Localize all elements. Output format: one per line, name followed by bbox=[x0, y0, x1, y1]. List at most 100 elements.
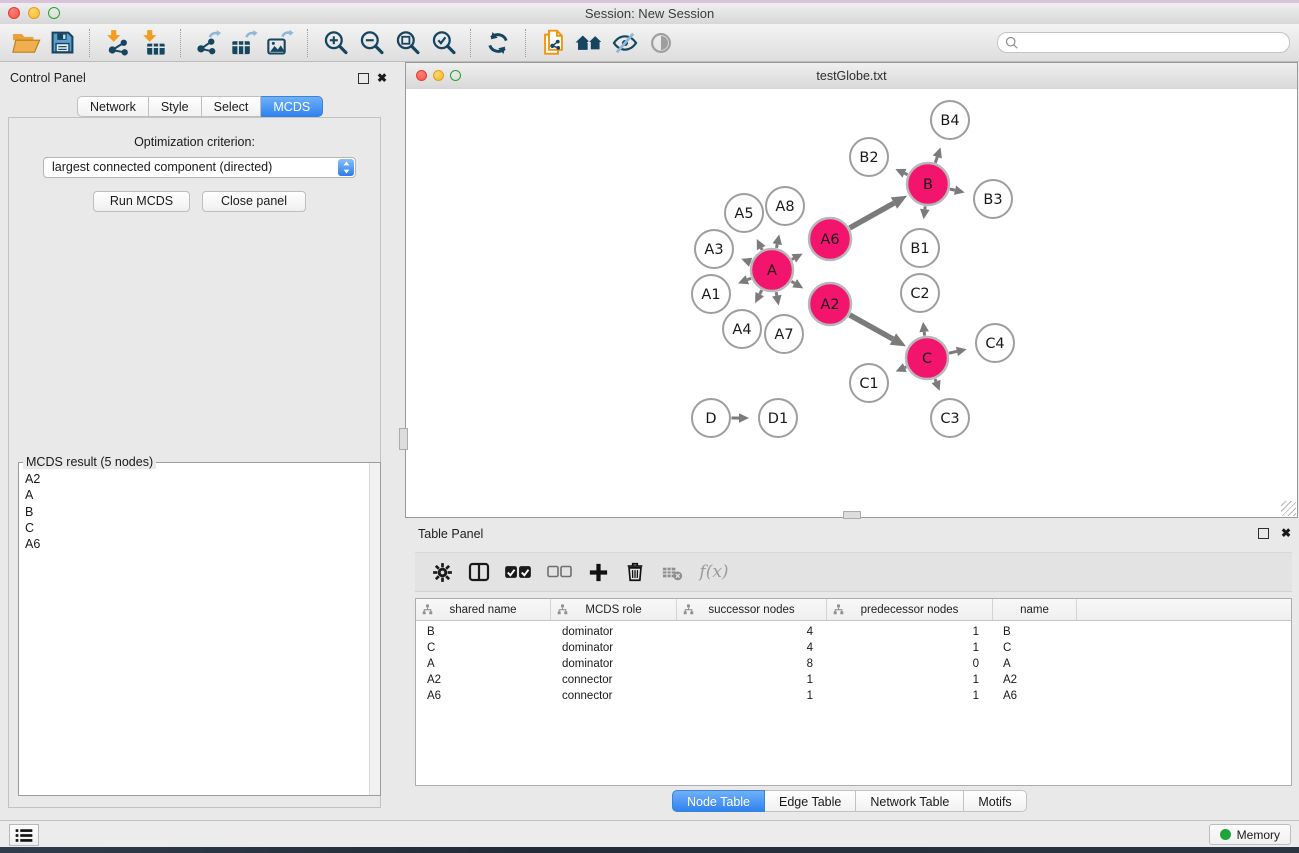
close-table-panel-icon[interactable]: ✖ bbox=[1281, 527, 1291, 539]
zoom-fit-icon[interactable] bbox=[389, 27, 425, 59]
refresh-icon[interactable] bbox=[480, 27, 516, 59]
table-cell[interactable]: 1 bbox=[677, 690, 827, 706]
save-session-icon[interactable] bbox=[44, 27, 80, 59]
graph-edge[interactable] bbox=[905, 367, 907, 368]
task-history-button[interactable] bbox=[9, 824, 39, 846]
table-cell[interactable]: B bbox=[416, 626, 551, 642]
hide-graphics-details-icon[interactable] bbox=[607, 27, 643, 59]
zoom-out-icon[interactable] bbox=[353, 27, 389, 59]
table-cell[interactable]: A bbox=[416, 658, 551, 674]
show-column-panel-icon[interactable] bbox=[464, 557, 494, 587]
table-row[interactable]: Cdominator41C bbox=[416, 642, 1291, 658]
table-cell[interactable]: 1 bbox=[827, 642, 993, 658]
table-cell[interactable]: A2 bbox=[416, 674, 551, 690]
tab-style[interactable]: Style bbox=[149, 96, 202, 117]
mcds-result-item[interactable]: A bbox=[20, 487, 369, 503]
table-cell[interactable]: A6 bbox=[993, 690, 1077, 706]
column-header-name[interactable]: name bbox=[993, 599, 1077, 620]
tab-network[interactable]: Network bbox=[77, 96, 149, 117]
table-cell[interactable]: B bbox=[993, 626, 1077, 642]
float-table-panel-icon[interactable] bbox=[1258, 528, 1269, 539]
graph-edge[interactable] bbox=[776, 292, 777, 296]
toggle-graphics-details-icon[interactable] bbox=[643, 27, 679, 59]
mcds-result-item[interactable]: A2 bbox=[20, 471, 369, 487]
table-cell[interactable]: 1 bbox=[827, 674, 993, 690]
table-cell[interactable]: dominator bbox=[551, 626, 677, 642]
table-cell[interactable]: dominator bbox=[551, 642, 677, 658]
graph-edge[interactable] bbox=[747, 278, 751, 279]
column-header-predecessor-nodes[interactable]: predecessor nodes bbox=[827, 599, 993, 620]
graph-edge[interactable] bbox=[761, 248, 762, 250]
column-header-successor-nodes[interactable]: successor nodes bbox=[677, 599, 827, 620]
import-table-icon[interactable] bbox=[135, 27, 171, 59]
table-cell[interactable]: 8 bbox=[677, 658, 827, 674]
graph-edge[interactable] bbox=[904, 173, 907, 174]
tab-mcds[interactable]: MCDS bbox=[261, 96, 323, 117]
import-network-icon[interactable] bbox=[99, 27, 135, 59]
delete-columns-icon[interactable] bbox=[620, 557, 650, 587]
column-header-shared-name[interactable]: shared name bbox=[416, 599, 551, 620]
resize-grip-icon[interactable] bbox=[1281, 501, 1296, 516]
table-cell[interactable]: 4 bbox=[677, 642, 827, 658]
table-cell[interactable]: 1 bbox=[677, 674, 827, 690]
open-file-icon[interactable] bbox=[8, 27, 44, 59]
table-mode-gear-icon[interactable] bbox=[427, 557, 457, 587]
graph-edge[interactable] bbox=[792, 258, 794, 259]
table-cell[interactable]: connector bbox=[551, 690, 677, 706]
float-panel-icon[interactable] bbox=[358, 73, 369, 84]
table-row[interactable]: Adominator80A bbox=[416, 658, 1291, 674]
search-input[interactable] bbox=[1023, 34, 1289, 51]
table-cell[interactable]: C bbox=[416, 642, 551, 658]
table-row[interactable]: A2connector11A2 bbox=[416, 674, 1291, 690]
tab-network-table[interactable]: Network Table bbox=[856, 790, 964, 812]
clone-network-icon[interactable] bbox=[535, 27, 571, 59]
show-network-overview-icon[interactable] bbox=[571, 27, 607, 59]
column-header-mcds-role[interactable]: MCDS role bbox=[551, 599, 677, 620]
graph-edge[interactable] bbox=[935, 157, 937, 163]
criterion-dropdown[interactable]: largest connected component (directed) bbox=[43, 157, 356, 178]
mcds-result-item[interactable]: B bbox=[20, 504, 369, 520]
close-panel-icon[interactable]: ✖ bbox=[377, 72, 387, 84]
graph-edge[interactable] bbox=[850, 315, 893, 339]
table-cell[interactable]: 0 bbox=[827, 658, 993, 674]
table-cell[interactable]: 1 bbox=[827, 690, 993, 706]
table-cell[interactable]: C bbox=[993, 642, 1077, 658]
tab-node-table[interactable]: Node Table bbox=[672, 790, 765, 812]
export-table-icon[interactable] bbox=[226, 27, 262, 59]
graph-edge[interactable] bbox=[949, 351, 957, 353]
create-new-column-icon[interactable] bbox=[583, 557, 613, 587]
table-cell[interactable]: 4 bbox=[677, 626, 827, 642]
table-cell[interactable]: 1 bbox=[827, 626, 993, 642]
graph-edge[interactable] bbox=[791, 281, 794, 283]
table-cell[interactable]: dominator bbox=[551, 658, 677, 674]
tab-edge-table[interactable]: Edge Table bbox=[765, 790, 856, 812]
zoom-in-icon[interactable] bbox=[317, 27, 353, 59]
graph-edge[interactable] bbox=[760, 290, 762, 294]
table-cell[interactable]: A2 bbox=[993, 674, 1077, 690]
run-mcds-button[interactable]: Run MCDS bbox=[93, 191, 190, 212]
mcds-result-item[interactable]: A6 bbox=[20, 536, 369, 552]
tab-select[interactable]: Select bbox=[202, 96, 262, 117]
graph-edge[interactable] bbox=[776, 244, 777, 248]
export-network-icon[interactable] bbox=[190, 27, 226, 59]
table-row[interactable]: Bdominator41B bbox=[416, 626, 1291, 642]
mcds-result-scrollbar[interactable] bbox=[369, 463, 380, 795]
unselect-all-columns-icon[interactable] bbox=[542, 557, 576, 587]
select-all-columns-icon[interactable] bbox=[501, 557, 535, 587]
memory-button[interactable]: Memory bbox=[1209, 824, 1291, 845]
export-image-icon[interactable] bbox=[262, 27, 298, 59]
graph-edge[interactable] bbox=[850, 203, 894, 228]
mcds-result-item[interactable]: C bbox=[20, 520, 369, 536]
tab-motifs[interactable]: Motifs bbox=[964, 790, 1026, 812]
graph-edge[interactable] bbox=[950, 189, 955, 190]
zoom-selected-icon[interactable] bbox=[425, 27, 461, 59]
graph-edge[interactable] bbox=[935, 379, 936, 382]
close-panel-button[interactable]: Close panel bbox=[202, 191, 306, 212]
table-cell[interactable]: A6 bbox=[416, 690, 551, 706]
splitter-handle-vertical[interactable] bbox=[399, 428, 408, 450]
table-cell[interactable]: A bbox=[993, 658, 1077, 674]
table-row[interactable]: A6connector11A6 bbox=[416, 690, 1291, 706]
table-cell[interactable]: connector bbox=[551, 674, 677, 690]
column-type-icon bbox=[557, 604, 568, 618]
network-canvas[interactable]: B4B2BB3A8A5A6B1A3AA1C2A2A4A7C4CC1C3DD1 bbox=[406, 89, 1297, 517]
